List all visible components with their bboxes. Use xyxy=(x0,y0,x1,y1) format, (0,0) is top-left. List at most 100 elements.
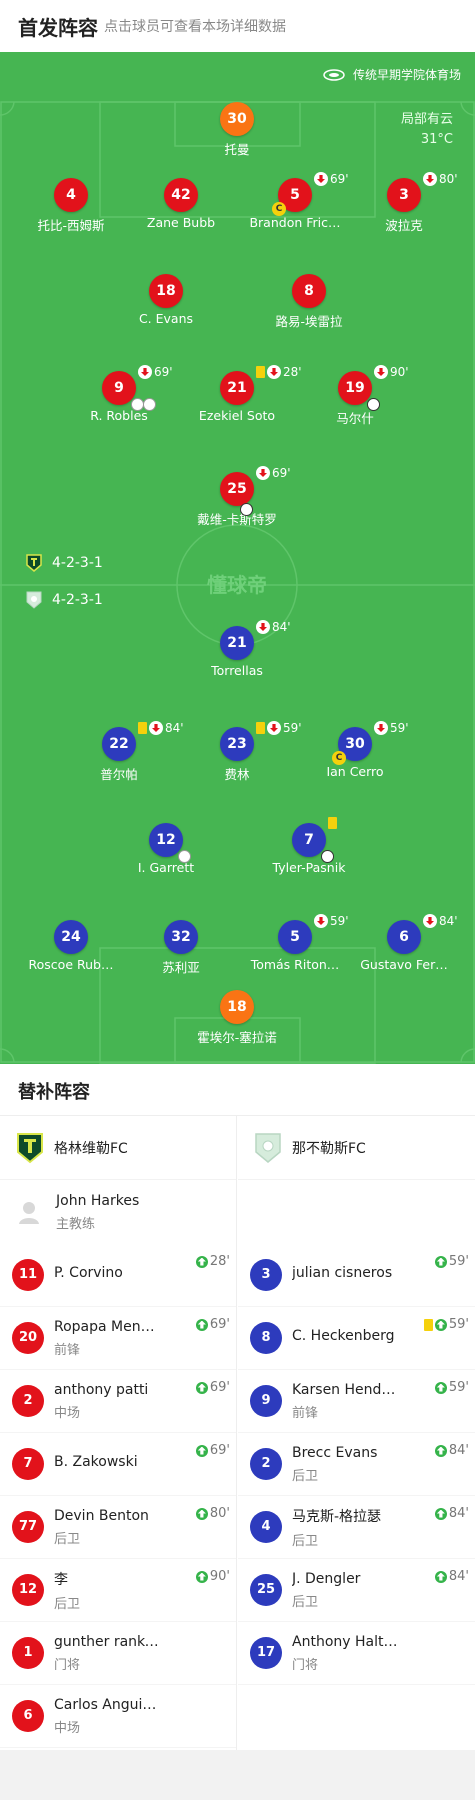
away-formation: 4-2-3-1 xyxy=(26,591,103,609)
player-events xyxy=(328,817,337,829)
player-events: 59' xyxy=(256,721,302,735)
player-home-21[interactable]: 21 28' Ezekiel Soto xyxy=(182,365,302,423)
player-number: 24 xyxy=(54,920,88,954)
sub-out-icon xyxy=(374,721,388,735)
player-away-12[interactable]: 12 I. Garrett xyxy=(111,823,221,875)
sub-player-row[interactable]: 77 Devin Benton 后卫 80' xyxy=(0,1496,236,1559)
player-name: Tomás Riton… xyxy=(250,957,340,972)
player-number: 21 xyxy=(220,371,254,405)
player-home-19[interactable]: 19 90' 马尔什 xyxy=(300,365,410,427)
player-home-42[interactable]: 42 Zane Bubb xyxy=(126,178,236,230)
player-events: 69' xyxy=(138,365,173,379)
player-away-7[interactable]: 7 Tyler-Pasnik xyxy=(254,817,364,875)
home-team-badge-icon xyxy=(17,1132,43,1163)
home-subs-column: 格林维勒FC John Harkes 主教练 11 P. Corvino 28'… xyxy=(0,1116,237,1750)
sub-player-name: Brecc Evans xyxy=(292,1444,378,1461)
sub-event: 59' xyxy=(434,1254,469,1269)
player-number-wrap: 9 xyxy=(102,371,156,411)
sub-minute: 90' xyxy=(209,1569,230,1584)
player-number: 18 xyxy=(149,274,183,308)
sub-player-number: 20 xyxy=(12,1322,44,1354)
sub-in-icon xyxy=(434,1444,447,1457)
sub-player-row[interactable]: 17 Anthony Halt… 门将 xyxy=(238,1622,475,1685)
goal-icon xyxy=(367,398,380,411)
player-name: Brandon Fric… xyxy=(249,215,341,230)
player-away-23[interactable]: 23 59' 费林 xyxy=(182,721,302,783)
player-number: 19 xyxy=(345,380,365,396)
temperature: 31°C xyxy=(420,132,453,147)
player-name: 波拉克 xyxy=(385,218,423,233)
sub-player-row[interactable]: 12 李后卫 90' xyxy=(0,1559,236,1622)
sub-player-row[interactable]: 3 julian cisneros 59' xyxy=(238,1244,475,1307)
away-formation-text: 4-2-3-1 xyxy=(52,592,103,608)
player-home-9[interactable]: 9 69' R. Robles xyxy=(64,365,174,423)
page-subtitle: 点击球员可查看本场详细数据 xyxy=(104,19,286,35)
assist-icon xyxy=(143,398,156,411)
player-away-30[interactable]: 30 C 59' Ian Cerro xyxy=(300,721,410,779)
sub-player-role: 前锋 xyxy=(54,1342,81,1358)
sub-player-row[interactable]: 1 gunther ranke… 门将 xyxy=(0,1622,236,1685)
sub-player-role: 前锋 xyxy=(292,1405,319,1421)
player-events: 80' xyxy=(423,172,458,186)
sub-player-role: 中场 xyxy=(54,1720,81,1736)
sub-player-row[interactable]: 9 Karsen Hend… 前锋 59' xyxy=(238,1370,475,1433)
sub-player-row[interactable]: 2 Brecc Evans 后卫 84' xyxy=(238,1433,475,1496)
sub-player-row[interactable]: 8 C. Heckenberg 59' xyxy=(238,1307,475,1370)
coach-row[interactable]: John Harkes 主教练 xyxy=(0,1180,236,1244)
player-away-21[interactable]: 21 84' Torrellas xyxy=(182,620,292,678)
sub-player-row[interactable]: 7 B. Zakowski 69' xyxy=(0,1433,236,1496)
page-title: 首发阵容 xyxy=(18,16,98,40)
away-team-badge-icon xyxy=(255,1132,281,1163)
player-name: 戴维-卡斯特罗 xyxy=(197,512,277,527)
player-home-25[interactable]: 25 69' 戴维-卡斯特罗 xyxy=(182,466,292,528)
player-away-22[interactable]: 22 84' 普尔帕 xyxy=(64,721,184,783)
sub-minute: 28' xyxy=(209,1254,230,1269)
home-team-row[interactable]: 格林维勒FC xyxy=(0,1116,236,1180)
sub-in-icon xyxy=(434,1255,447,1268)
sub-player-name: 李 xyxy=(54,1571,68,1588)
sub-out-icon xyxy=(256,466,270,480)
player-home-8[interactable]: 8 路易-埃雷拉 xyxy=(254,274,364,330)
sub-player-name: Carlos Anguia… xyxy=(54,1696,164,1713)
sub-out-icon xyxy=(138,365,152,379)
sub-in-icon xyxy=(195,1255,208,1268)
player-home-4[interactable]: 4 托比-西姆斯 xyxy=(16,178,126,234)
stadium-icon xyxy=(323,68,345,81)
event-minute: 69' xyxy=(330,172,349,186)
player-home-5[interactable]: 5C 69' Brandon Fric… xyxy=(240,172,350,230)
player-away-32[interactable]: 32 苏利亚 xyxy=(126,920,236,976)
sub-player-row[interactable]: 6 Carlos Anguia… 中场 xyxy=(0,1685,236,1748)
player-away-5[interactable]: 5 59' Tomás Riton… xyxy=(240,914,350,972)
player-number-wrap: 5C xyxy=(272,178,312,216)
sub-player-row[interactable]: 2 anthony patti 中场 69' xyxy=(0,1370,236,1433)
sub-player-row[interactable]: 11 P. Corvino 28' xyxy=(0,1244,236,1307)
sub-player-row[interactable]: 4 马克斯-格拉瑟 后卫 84' xyxy=(238,1496,475,1559)
sub-event: 59' xyxy=(434,1380,469,1395)
sub-minute: 69' xyxy=(209,1443,230,1458)
coach-name: John Harkes xyxy=(56,1192,140,1209)
player-events: 59' xyxy=(374,721,409,735)
event-minute: 59' xyxy=(390,721,409,735)
stadium-info: 传统早期学院体育场 xyxy=(323,66,461,83)
sub-minute: 59' xyxy=(448,1317,469,1332)
player-away-6[interactable]: 6 84' Gustavo Fer… xyxy=(349,914,459,972)
sub-event: 69' xyxy=(195,1380,230,1395)
away-team-row[interactable]: 那不勒斯FC xyxy=(238,1116,475,1180)
sub-out-icon xyxy=(374,365,388,379)
goal-icon xyxy=(240,503,253,516)
player-home-gk[interactable]: 30 托曼 xyxy=(182,102,292,158)
player-number: 23 xyxy=(220,727,254,761)
away-team-badge-icon xyxy=(26,591,42,609)
player-name: 霍埃尔-塞拉诺 xyxy=(197,1030,277,1045)
sub-minute: 84' xyxy=(448,1569,469,1584)
player-events: 59' xyxy=(314,914,349,928)
sub-player-row[interactable]: 20 Ropapa Men… 前锋 69' xyxy=(0,1307,236,1370)
sub-out-icon xyxy=(423,914,437,928)
player-home-18[interactable]: 18 C. Evans xyxy=(111,274,221,326)
player-home-3[interactable]: 3 80' 波拉克 xyxy=(349,172,459,234)
player-away-24[interactable]: 24 Roscoe Rub… xyxy=(16,920,126,972)
player-away-gk[interactable]: 18 霍埃尔-塞拉诺 xyxy=(182,990,292,1046)
player-number-wrap: 7 xyxy=(292,823,334,863)
yellow-card-icon xyxy=(328,817,337,829)
sub-player-row[interactable]: 25 J. Dengler 后卫 84' xyxy=(238,1559,475,1622)
